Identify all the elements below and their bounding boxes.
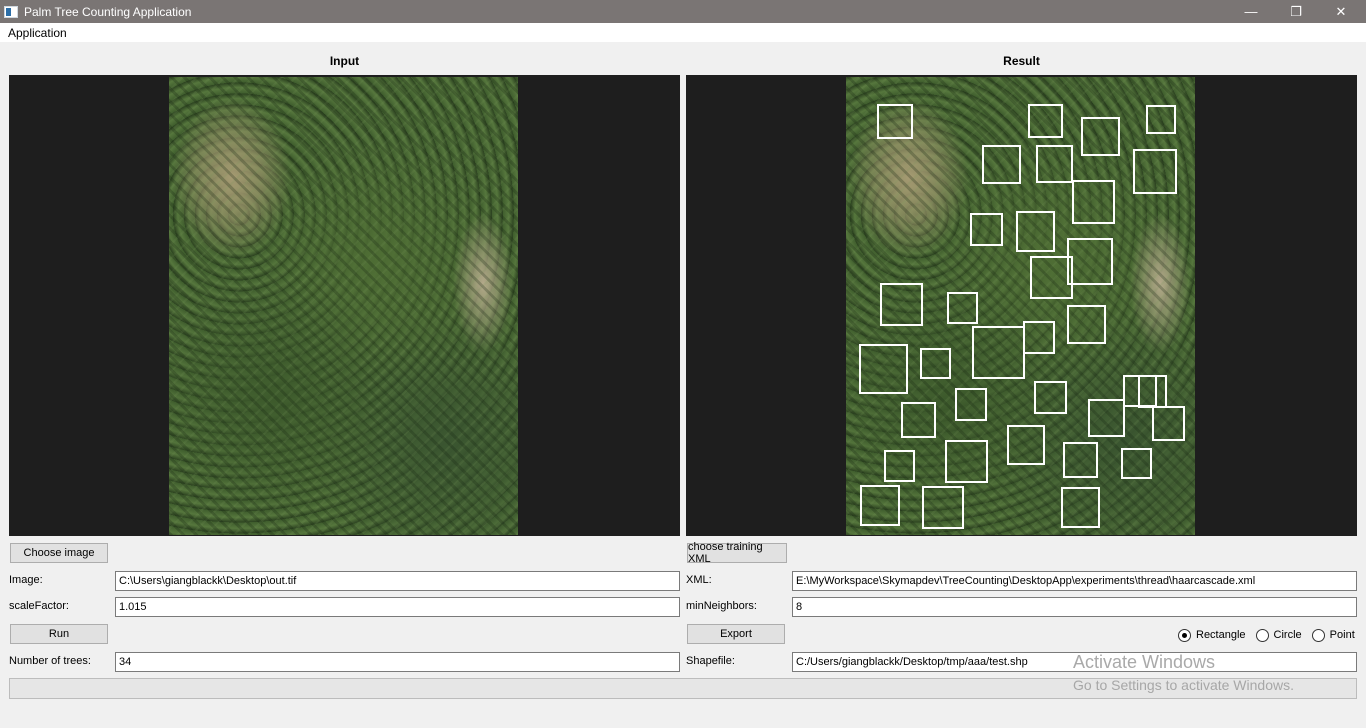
radio-point-label: Point xyxy=(1329,629,1355,641)
activate-windows-title: Activate Windows xyxy=(1073,652,1216,672)
detection-box xyxy=(945,440,988,483)
menu-bar: Application xyxy=(0,23,1366,42)
radio-circle-label: Circle xyxy=(1273,629,1302,641)
detection-box xyxy=(1034,381,1067,414)
detection-box xyxy=(877,104,913,139)
run-button[interactable]: Run xyxy=(10,624,108,644)
radio-point[interactable]: Point xyxy=(1311,628,1355,642)
detection-box xyxy=(1016,211,1055,252)
scale-factor-field[interactable]: 1.015 xyxy=(115,597,680,617)
shapefile-label: Shapefile: xyxy=(686,655,735,667)
detection-box xyxy=(922,486,964,529)
radio-rectangle-label: Rectangle xyxy=(1196,629,1246,641)
menu-application[interactable]: Application xyxy=(0,26,75,40)
detection-box xyxy=(1023,321,1055,354)
radio-circle-indicator[interactable] xyxy=(1255,628,1269,642)
detection-box xyxy=(955,388,987,421)
min-neighbors-field[interactable]: 8 xyxy=(792,597,1357,617)
radio-circle[interactable]: Circle xyxy=(1255,628,1302,642)
shape-radio-group: Rectangle Circle Point xyxy=(1178,627,1365,643)
choose-training-xml-button[interactable]: choose training XML xyxy=(687,541,787,565)
detection-box xyxy=(1061,487,1100,528)
app-icon xyxy=(4,5,18,18)
min-neighbors-label: minNeighbors: xyxy=(686,600,757,612)
detection-box xyxy=(1067,305,1106,344)
input-panel-title: Input xyxy=(329,54,360,68)
detection-box xyxy=(947,292,978,324)
number-of-trees-label: Number of trees: xyxy=(9,655,91,667)
detection-box xyxy=(1133,149,1177,194)
detection-box xyxy=(1036,145,1073,183)
detection-box xyxy=(1007,425,1045,465)
image-label: Image: xyxy=(9,574,43,586)
radio-rectangle-indicator[interactable] xyxy=(1178,628,1191,642)
xml-path-field[interactable]: E:\MyWorkspace\Skymapdev\TreeCounting\De… xyxy=(792,571,1357,591)
detection-box xyxy=(859,344,908,394)
input-aerial-image xyxy=(169,77,518,535)
activate-windows-subtitle: Go to Settings to activate Windows. xyxy=(1073,677,1294,693)
detection-box xyxy=(901,402,936,438)
radio-point-indicator[interactable] xyxy=(1311,628,1325,642)
detection-box xyxy=(970,213,1003,246)
detection-box xyxy=(920,348,951,379)
window-title: Palm Tree Counting Application xyxy=(24,4,192,19)
detection-box xyxy=(1063,442,1098,478)
restore-button[interactable]: ❐ xyxy=(1273,0,1319,23)
detection-box xyxy=(982,145,1021,184)
detection-box xyxy=(880,283,923,326)
minimize-button[interactable]: — xyxy=(1228,0,1274,23)
detection-box xyxy=(1146,105,1176,134)
number-of-trees-field[interactable]: 34 xyxy=(115,652,680,672)
detection-box xyxy=(1030,256,1073,299)
detection-box xyxy=(972,326,1025,379)
xml-label: XML: xyxy=(686,574,712,586)
result-image-viewer[interactable] xyxy=(686,75,1357,536)
scale-factor-label: scaleFactor: xyxy=(9,600,69,612)
result-panel-title: Result xyxy=(1003,54,1040,68)
detection-box xyxy=(1121,448,1152,479)
detection-box xyxy=(1138,375,1167,408)
detection-box xyxy=(1072,180,1115,224)
radio-rectangle[interactable]: Rectangle xyxy=(1178,628,1246,642)
title-bar: Palm Tree Counting Application — ❐ ✕ xyxy=(0,0,1366,23)
detection-box xyxy=(1152,406,1185,441)
input-image-viewer[interactable] xyxy=(9,75,680,536)
detection-box xyxy=(884,450,915,482)
detection-box xyxy=(1081,117,1120,156)
detection-box xyxy=(1028,104,1063,138)
detection-box xyxy=(1088,399,1125,437)
detection-box xyxy=(1067,238,1113,285)
detection-box xyxy=(860,485,900,526)
choose-image-button[interactable]: Choose image xyxy=(10,543,108,563)
export-button[interactable]: Export xyxy=(687,624,785,644)
image-path-field[interactable]: C:\Users\giangblackk\Desktop\out.tif xyxy=(115,571,680,591)
close-button[interactable]: ✕ xyxy=(1318,0,1364,23)
